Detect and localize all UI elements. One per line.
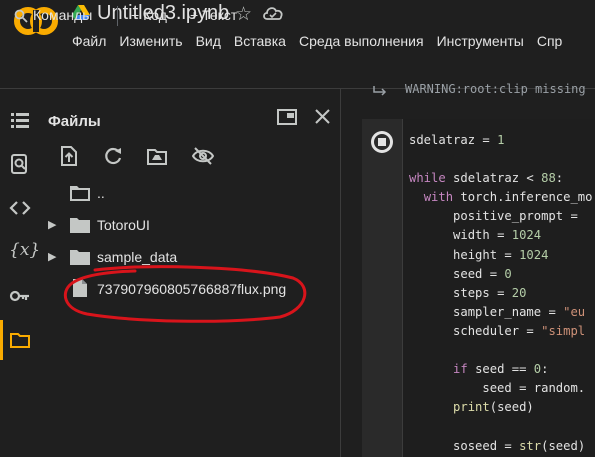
- commands-button[interactable]: Команды: [33, 7, 92, 23]
- code-line: seed = random.: [482, 381, 586, 396]
- close-icon[interactable]: [315, 109, 330, 124]
- expand-arrow-icon[interactable]: ▶: [48, 218, 56, 231]
- tree-item-parent[interactable]: ..: [97, 185, 105, 207]
- output-arrow-icon: [373, 86, 387, 96]
- code-line: if seed == 0:: [453, 362, 549, 377]
- code-line: print(seed): [453, 400, 534, 415]
- rail-active-indicator: [0, 320, 3, 360]
- menu-file[interactable]: Файл: [72, 33, 106, 51]
- tree-item-totoroui[interactable]: TotoroUI: [97, 217, 150, 239]
- code-line: positive_prompt =: [453, 209, 578, 224]
- files-folder-icon[interactable]: [9, 329, 31, 351]
- toolbar-divider: [117, 6, 118, 26]
- files-panel-title: Файлы: [48, 113, 101, 130]
- code-line: scheduler = "simpl: [453, 323, 586, 338]
- variables-icon[interactable]: {x}: [9, 240, 40, 262]
- code-line: seed = 0: [453, 266, 512, 281]
- code-editor[interactable]: sdelatraz = 1 while sdelatraz < 88: with…: [409, 131, 592, 456]
- add-text-button[interactable]: + Текст: [190, 7, 237, 23]
- code-line: sdelatraz = 1: [409, 133, 505, 147]
- mount-drive-icon[interactable]: [146, 145, 168, 167]
- folder-icon: [70, 218, 90, 233]
- folder-up-icon: [70, 186, 90, 201]
- code-line: width = 1024: [453, 228, 542, 243]
- menu-view[interactable]: Вид: [196, 33, 221, 51]
- menu-insert[interactable]: Вставка: [234, 33, 286, 51]
- code-line: sampler_name = "eu: [453, 304, 586, 319]
- code-line: with torch.inference_mo: [423, 190, 593, 205]
- code-line: soseed = str(seed): [453, 438, 586, 453]
- cell-gutter: [362, 119, 402, 457]
- menu-tools[interactable]: Инструменты: [437, 33, 524, 51]
- cloud-saved-icon[interactable]: [262, 5, 284, 21]
- stop-execution-icon[interactable]: [370, 130, 394, 154]
- star-icon[interactable]: ☆: [235, 3, 252, 26]
- code-snippets-icon[interactable]: [9, 197, 31, 219]
- find-replace-icon[interactable]: [9, 153, 31, 175]
- code-line: height = 1024: [453, 247, 549, 262]
- menu-help[interactable]: Спр: [537, 33, 562, 51]
- menu-bar: Файл Изменить Вид Вставка Среда выполнен…: [72, 33, 575, 51]
- secrets-key-icon[interactable]: [9, 285, 31, 307]
- menu-edit[interactable]: Изменить: [119, 33, 182, 51]
- table-of-contents-icon[interactable]: [9, 109, 31, 131]
- refresh-icon[interactable]: [102, 145, 124, 167]
- menu-runtime[interactable]: Среда выполнения: [299, 33, 424, 51]
- open-in-tab-icon[interactable]: [277, 109, 297, 125]
- left-rail: [0, 89, 40, 457]
- red-circle-annotation: [63, 265, 307, 323]
- add-code-button[interactable]: + Код: [131, 7, 167, 23]
- upload-icon[interactable]: [58, 145, 80, 167]
- output-warning-text: WARNING:root:clip missing: [405, 82, 586, 96]
- code-line: while sdelatraz < 88:: [409, 171, 564, 186]
- hide-files-icon[interactable]: [192, 145, 214, 167]
- code-line: steps = 20: [453, 285, 527, 300]
- search-icon: [14, 9, 28, 23]
